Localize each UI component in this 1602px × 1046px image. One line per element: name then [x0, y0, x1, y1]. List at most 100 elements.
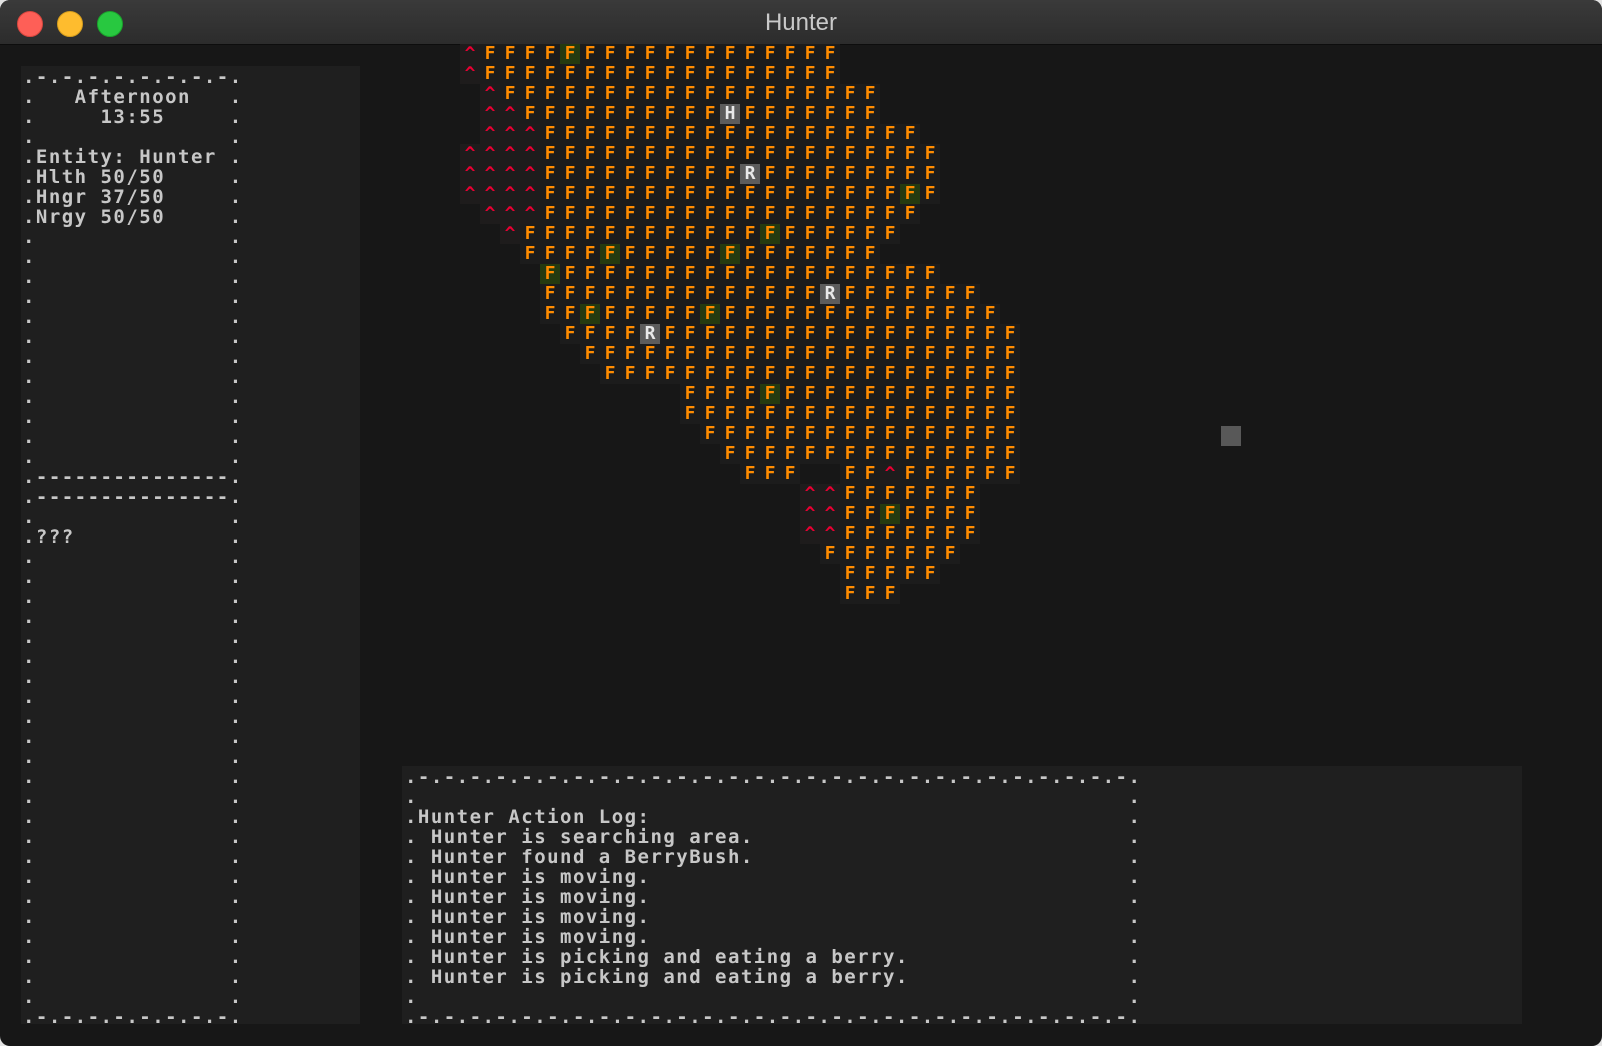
- forest-tile: F: [760, 44, 780, 64]
- forest-tile: F: [840, 324, 860, 344]
- forest-tile: F: [820, 264, 840, 284]
- forest-tile: F: [720, 204, 740, 224]
- forest-tile: F: [540, 204, 560, 224]
- forest-tile: F: [540, 104, 560, 124]
- forest-tile: F: [900, 144, 920, 164]
- forest-tile: F: [620, 344, 640, 364]
- forest-tile: F: [860, 404, 880, 424]
- forest-tile: F: [960, 344, 980, 364]
- status-line: . .: [23, 986, 243, 1008]
- forest-tile: F: [660, 184, 680, 204]
- status-panel: .-.-.-.-.-.-.-.-.. Afternoon .. 13:55 ..…: [21, 66, 360, 1028]
- forest-tile: F: [780, 364, 800, 384]
- forest-tile: F: [600, 284, 620, 304]
- forest-tile: F: [620, 144, 640, 164]
- status-line: . .: [23, 866, 243, 888]
- forest-tile: F: [900, 164, 920, 184]
- mountain-tile: ^: [460, 164, 480, 184]
- forest-tile: F: [800, 224, 820, 244]
- forest-tile: F: [820, 344, 840, 364]
- status-line: . .: [23, 706, 243, 728]
- berry-bush-tile: F: [540, 264, 560, 284]
- status-line: . .: [23, 546, 243, 568]
- berry-bush-tile: F: [560, 44, 580, 64]
- forest-tile: F: [760, 364, 780, 384]
- forest-tile: F: [720, 364, 740, 384]
- forest-tile: F: [900, 424, 920, 444]
- forest-tile: F: [640, 284, 660, 304]
- forest-tile: F: [840, 284, 860, 304]
- forest-tile: F: [660, 324, 680, 344]
- forest-tile: F: [920, 284, 940, 304]
- mountain-tile: ^: [500, 164, 520, 184]
- forest-tile: F: [840, 164, 860, 184]
- forest-tile: F: [800, 284, 820, 304]
- forest-tile: F: [700, 404, 720, 424]
- forest-tile: F: [800, 64, 820, 84]
- forest-tile: F: [920, 264, 940, 284]
- forest-tile: F: [740, 44, 760, 64]
- forest-tile: F: [880, 224, 900, 244]
- forest-tile: F: [720, 144, 740, 164]
- forest-tile: F: [840, 224, 860, 244]
- forest-tile: F: [800, 304, 820, 324]
- forest-tile: F: [580, 244, 600, 264]
- forest-tile: F: [960, 504, 980, 524]
- forest-tile: F: [840, 424, 860, 444]
- status-line: .-.-.-.-.-.-.-.-.: [23, 1006, 243, 1028]
- forest-tile: F: [960, 384, 980, 404]
- forest-tile: F: [980, 404, 1000, 424]
- forest-tile: F: [880, 264, 900, 284]
- forest-tile: F: [620, 224, 640, 244]
- forest-tile: F: [940, 484, 960, 504]
- forest-tile: F: [840, 444, 860, 464]
- forest-tile: F: [780, 344, 800, 364]
- forest-tile: F: [840, 184, 860, 204]
- status-line: . .: [23, 226, 243, 248]
- forest-tile: F: [820, 224, 840, 244]
- forest-tile: F: [620, 164, 640, 184]
- forest-tile: F: [700, 264, 720, 284]
- forest-tile: F: [800, 344, 820, 364]
- forest-tile: F: [620, 284, 640, 304]
- forest-tile: F: [700, 364, 720, 384]
- status-line: . .: [23, 846, 243, 868]
- forest-tile: F: [740, 424, 760, 444]
- forest-tile: F: [700, 64, 720, 84]
- mountain-tile: ^: [800, 504, 820, 524]
- forest-tile: F: [520, 244, 540, 264]
- status-line: . .: [23, 326, 243, 348]
- forest-tile: F: [640, 184, 660, 204]
- forest-tile: F: [680, 144, 700, 164]
- forest-tile: F: [840, 144, 860, 164]
- log-line: .Hunter Action Log: .: [405, 806, 1142, 828]
- forest-tile: F: [820, 324, 840, 344]
- forest-tile: F: [920, 364, 940, 384]
- forest-tile: F: [780, 264, 800, 284]
- forest-tile: F: [860, 224, 880, 244]
- log-line: . Hunter is moving. .: [405, 866, 1142, 888]
- forest-tile: F: [900, 504, 920, 524]
- forest-tile: F: [500, 84, 520, 104]
- forest-tile: F: [580, 44, 600, 64]
- forest-tile: F: [780, 104, 800, 124]
- forest-tile: F: [840, 304, 860, 324]
- forest-tile: F: [900, 484, 920, 504]
- forest-tile: F: [940, 424, 960, 444]
- mountain-tile: ^: [520, 184, 540, 204]
- forest-tile: F: [600, 164, 620, 184]
- forest-tile: F: [980, 424, 1000, 444]
- forest-tile: F: [760, 264, 780, 284]
- forest-tile: F: [680, 64, 700, 84]
- forest-tile: F: [560, 284, 580, 304]
- forest-tile: F: [540, 244, 560, 264]
- forest-tile: F: [620, 204, 640, 224]
- forest-tile: F: [820, 364, 840, 384]
- forest-tile: F: [800, 144, 820, 164]
- forest-tile: F: [860, 564, 880, 584]
- forest-tile: F: [660, 164, 680, 184]
- forest-tile: F: [780, 244, 800, 264]
- forest-tile: F: [720, 224, 740, 244]
- mountain-tile: ^: [480, 184, 500, 204]
- forest-tile: F: [600, 264, 620, 284]
